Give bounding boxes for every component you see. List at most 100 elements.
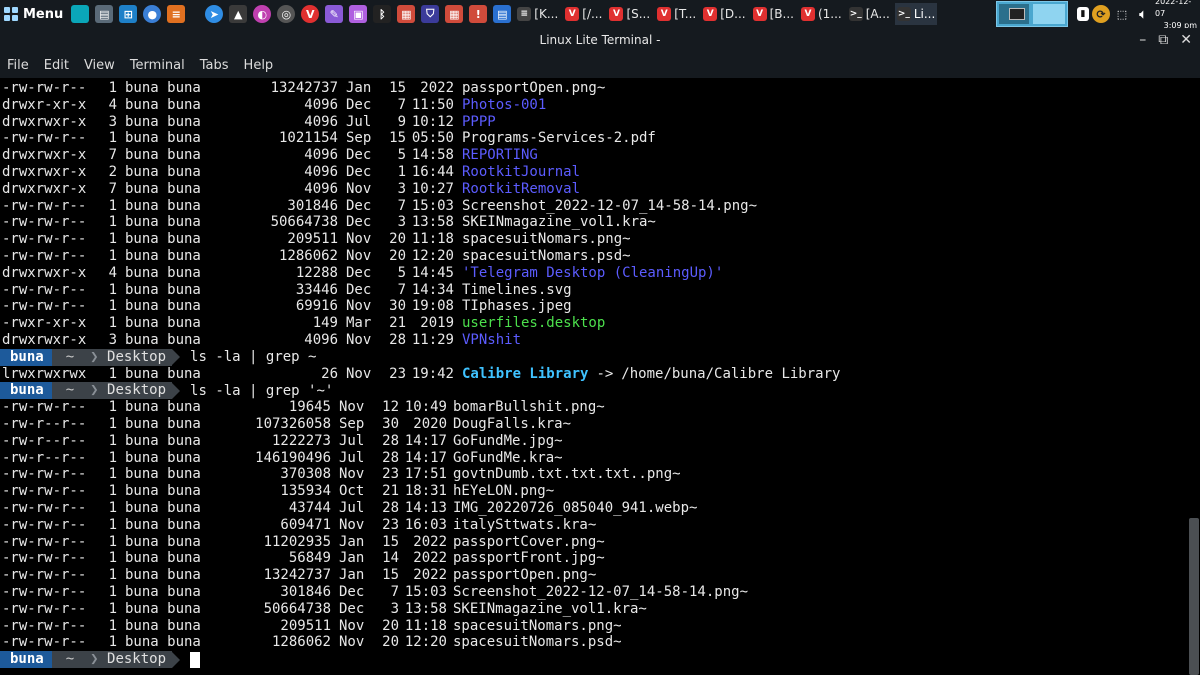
- ls-day: 14: [382, 550, 399, 567]
- ls-month: Nov: [346, 180, 372, 197]
- terminal-output[interactable]: -rw-rw-r-- 1 buna buna 13242737 Jan 15 2022 pas…: [0, 78, 1188, 675]
- ls-row: drwxrwxr-x 3 buna buna 4096 Jul 9 10:12 PPPP: [2, 114, 496, 131]
- menu-file[interactable]: File: [7, 58, 29, 73]
- window-controls: – ⧉ ✕: [1139, 28, 1192, 52]
- ls-row: -rw-rw-r-- 1 buna buna 1286062 Nov 20 12:20 spa…: [2, 634, 622, 651]
- ls-permissions: -rwxr-xr-x: [2, 315, 87, 332]
- task-button[interactable]: V [D...: [701, 3, 747, 25]
- workspace-2[interactable]: [1033, 4, 1065, 24]
- steam-icon[interactable]: ◎: [277, 5, 296, 23]
- ls-owner: buna buna: [125, 399, 201, 416]
- ls-size: 4096: [304, 332, 338, 348]
- ls-row-symlink: lrwxrwxrwx 1 buna buna 26 Nov 23 19:42 Calibre …: [2, 366, 840, 383]
- vpn-shield-icon[interactable]: ⛉: [421, 5, 440, 23]
- clock-date: 2022-12-07: [1155, 0, 1192, 18]
- menu-help[interactable]: Help: [244, 58, 274, 73]
- browser-icon[interactable]: ➤: [205, 5, 224, 23]
- volume-icon[interactable]: 🔈︎: [1134, 5, 1152, 23]
- ls-links: 1: [108, 567, 117, 584]
- workspace-1[interactable]: [999, 4, 1029, 24]
- task-button[interactable]: V (1...: [799, 3, 844, 25]
- maximize-icon[interactable]: ⧉: [1158, 32, 1168, 48]
- ls-filename: spacesuitNomars.psd~: [462, 248, 631, 264]
- bluetooth-icon[interactable]: ᛒ: [373, 5, 392, 23]
- menu-edit[interactable]: Edit: [44, 58, 69, 73]
- ls-row: drwxr-xr-x 4 buna buna 4096 Dec 7 11:50 Photos-…: [2, 97, 546, 114]
- notes-icon[interactable]: ✎: [325, 5, 344, 23]
- ls-links: 1: [108, 584, 117, 600]
- ls-month: Nov: [339, 466, 365, 483]
- menu-view[interactable]: View: [84, 58, 115, 73]
- scrollbar-thumb[interactable]: [1189, 518, 1199, 675]
- close-icon[interactable]: ✕: [1180, 32, 1192, 48]
- ls-owner: buna buna: [125, 231, 201, 248]
- update-icon[interactable]: ⟳: [1092, 5, 1110, 23]
- ls-links: 1: [108, 516, 117, 533]
- battery-icon[interactable]: ▮: [1077, 7, 1089, 21]
- ls-permissions: drwxrwxr-x: [2, 147, 87, 164]
- launcher-bar: ▤ ⊞ ● ≡ ➤ ▲ ◐ ◎ V ✎ ▣ ᛒ ▦ ⛉ ▦ ! ▤: [71, 5, 512, 23]
- ls-owner: buna buna: [125, 365, 201, 382]
- ls-size: 301846: [280, 584, 331, 600]
- network-icon[interactable]: ⬚: [1113, 5, 1131, 23]
- vivaldi-icon: V: [565, 7, 580, 21]
- task-button[interactable]: V [S...: [607, 3, 652, 25]
- ls-size: 56849: [288, 550, 331, 567]
- vivaldi-icon: V: [609, 7, 624, 21]
- menu-terminal[interactable]: Terminal: [130, 58, 185, 73]
- ls-row: drwxrwxr-x 3 buna buna 4096 Nov 28 11:29 VPNshi…: [2, 332, 521, 349]
- document-icon[interactable]: ▤: [493, 5, 512, 23]
- sublime-icon[interactable]: ≡: [167, 5, 186, 23]
- ls-time: 15:03: [404, 584, 447, 600]
- task-button[interactable]: >_ [A...: [847, 3, 892, 25]
- ls-links: 1: [108, 500, 117, 516]
- ls-owner: buna buna: [125, 550, 201, 567]
- show-desktop-icon[interactable]: [71, 5, 90, 23]
- ls-row: -rw-rw-r-- 1 buna buna 56849 Jan 14 2022 passpo…: [2, 550, 605, 567]
- ls-permissions: -rw-rw-r--: [2, 516, 87, 533]
- ls-row: drwxrwxr-x 7 buna buna 4096 Dec 5 14:58 REPORTI…: [2, 147, 538, 164]
- ls-permissions: -rw-rw-r--: [2, 550, 87, 567]
- ls-owner: buna buna: [125, 516, 201, 533]
- window-titlebar[interactable]: Linux Lite Terminal - – ⧉ ✕: [0, 28, 1200, 52]
- clock[interactable]: 2022-12-07 3:09 pm: [1155, 0, 1200, 28]
- task-button[interactable]: ≡ [K...: [515, 3, 560, 25]
- task-button[interactable]: V [B...: [751, 3, 796, 25]
- vivaldi-icon[interactable]: V: [301, 5, 320, 23]
- menu-tabs[interactable]: Tabs: [200, 58, 229, 73]
- ls-links: 1: [108, 231, 117, 248]
- ls-month: Jul: [339, 449, 365, 466]
- ls-time: 11:18: [404, 617, 447, 634]
- system-monitor-icon[interactable]: ⊞: [119, 5, 138, 23]
- ls-day: 5: [397, 264, 406, 281]
- menu-button[interactable]: Menu: [0, 0, 67, 28]
- ls-day: 15: [382, 567, 399, 584]
- ls-filename: spacesuitNomars.psd~: [453, 634, 622, 651]
- rocket-icon[interactable]: ▲: [229, 5, 248, 23]
- brick-app-icon[interactable]: ▦: [445, 5, 464, 23]
- ls-month: Jan: [346, 80, 372, 96]
- color-picker-icon[interactable]: ◐: [253, 5, 272, 23]
- ls-day: 20: [382, 634, 399, 651]
- file-manager-icon[interactable]: ▤: [95, 5, 114, 23]
- task-button[interactable]: V [T...: [655, 3, 698, 25]
- ls-owner: buna buna: [125, 197, 201, 214]
- terminal-scrollbar[interactable]: [1188, 78, 1200, 675]
- ls-month: Dec: [339, 584, 365, 600]
- ls-row: -rw-rw-r-- 1 buna buna 609471 Nov 23 16:03 ital…: [2, 517, 596, 534]
- ls-links: 4: [108, 264, 117, 281]
- screenshot-icon[interactable]: ▣: [349, 5, 368, 23]
- ls-owner: buna buna: [125, 500, 201, 516]
- alert-app-icon[interactable]: !: [469, 5, 488, 23]
- ls-size: 107326058: [255, 416, 331, 432]
- ls-time: 11:50: [411, 96, 454, 113]
- ls-links: 1: [108, 315, 117, 332]
- task-button-active[interactable]: >_ Li...: [894, 3, 938, 25]
- ls-permissions: -rw-rw-r--: [2, 130, 87, 147]
- ls-time: 16:03: [404, 516, 447, 533]
- grid-app-icon[interactable]: ▦: [397, 5, 416, 23]
- workspace-switcher[interactable]: [996, 1, 1068, 27]
- settings-icon[interactable]: ●: [143, 5, 162, 23]
- minimize-icon[interactable]: –: [1139, 32, 1146, 48]
- task-button[interactable]: V [/...: [563, 3, 604, 25]
